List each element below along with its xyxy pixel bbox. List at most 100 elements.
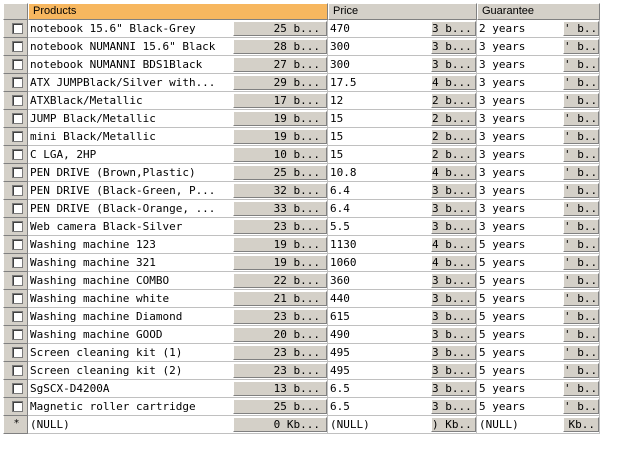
row-checkbox[interactable] — [12, 77, 23, 88]
row-checkbox[interactable] — [12, 311, 23, 322]
row-selector[interactable] — [3, 308, 28, 326]
price-cell[interactable]: 12 2 b... — [328, 92, 477, 110]
price-blob-button[interactable]: 3 b... — [431, 345, 476, 360]
product-blob-button[interactable]: 23 b... — [233, 219, 327, 234]
row-selector[interactable] — [3, 164, 28, 182]
price-cell[interactable]: 470 3 b... — [328, 20, 477, 38]
guarantee-blob-button[interactable]: ' b.. — [563, 165, 599, 180]
product-blob-button[interactable]: 21 b... — [233, 291, 327, 306]
price-blob-button[interactable]: 3 b... — [431, 291, 476, 306]
guarantee-cell[interactable]: 3 years ' b.. — [477, 56, 600, 74]
product-blob-button[interactable]: 29 b... — [233, 75, 327, 90]
price-cell[interactable]: 10.8 4 b... — [328, 164, 477, 182]
row-checkbox[interactable] — [12, 149, 23, 160]
guarantee-blob-button[interactable]: ' b.. — [563, 381, 599, 396]
row-checkbox[interactable] — [12, 41, 23, 52]
price-blob-button[interactable]: 4 b... — [431, 237, 476, 252]
row-checkbox[interactable] — [12, 293, 23, 304]
price-blob-button[interactable]: ) Kb.. — [431, 417, 476, 432]
row-selector[interactable] — [3, 236, 28, 254]
row-checkbox[interactable] — [12, 185, 23, 196]
row-checkbox[interactable] — [12, 203, 23, 214]
guarantee-cell[interactable]: 5 years ' b.. — [477, 380, 600, 398]
row-selector[interactable] — [3, 200, 28, 218]
product-cell[interactable]: Screen cleaning kit (1) 23 b... — [28, 344, 328, 362]
price-blob-button[interactable]: 3 b... — [431, 183, 476, 198]
guarantee-cell[interactable]: (NULL) Kb.. — [477, 416, 600, 434]
row-checkbox[interactable] — [12, 329, 23, 340]
guarantee-blob-button[interactable]: ' b.. — [563, 273, 599, 288]
guarantee-blob-button[interactable]: ' b.. — [563, 111, 599, 126]
price-blob-button[interactable]: 4 b... — [431, 75, 476, 90]
guarantee-blob-button[interactable]: ' b.. — [563, 21, 599, 36]
price-blob-button[interactable]: 3 b... — [431, 399, 476, 414]
guarantee-blob-button[interactable]: ' b.. — [563, 399, 599, 414]
row-selector[interactable] — [3, 380, 28, 398]
price-cell[interactable]: 6.5 3 b... — [328, 398, 477, 416]
price-cell[interactable]: (NULL)) Kb.. — [328, 416, 477, 434]
product-cell[interactable]: Washing machine white 21 b... — [28, 290, 328, 308]
guarantee-cell[interactable]: 3 years ' b.. — [477, 128, 600, 146]
product-blob-button[interactable]: 19 b... — [233, 237, 327, 252]
column-header-guarantee[interactable]: Guarantee — [477, 3, 600, 20]
price-blob-button[interactable]: 4 b... — [431, 255, 476, 270]
guarantee-cell[interactable]: 5 years ' b.. — [477, 272, 600, 290]
row-selector[interactable] — [3, 344, 28, 362]
guarantee-cell[interactable]: 3 years ' b.. — [477, 38, 600, 56]
row-selector[interactable] — [3, 74, 28, 92]
guarantee-blob-button[interactable]: ' b.. — [563, 147, 599, 162]
price-blob-button[interactable]: 3 b... — [431, 309, 476, 324]
row-selector[interactable] — [3, 218, 28, 236]
product-blob-button[interactable]: 28 b... — [233, 39, 327, 54]
row-selector[interactable] — [3, 92, 28, 110]
price-cell[interactable]: 490 3 b... — [328, 326, 477, 344]
guarantee-cell[interactable]: 5 years ' b.. — [477, 326, 600, 344]
price-cell[interactable]: 15 2 b... — [328, 146, 477, 164]
guarantee-blob-button[interactable]: ' b.. — [563, 57, 599, 72]
product-cell[interactable]: ATXBlack/Metallic 17 b... — [28, 92, 328, 110]
product-blob-button[interactable]: 0 Kb... — [233, 417, 327, 432]
guarantee-blob-button[interactable]: ' b.. — [563, 129, 599, 144]
product-cell[interactable]: (NULL) 0 Kb... — [28, 416, 328, 434]
product-cell[interactable]: notebook 15.6" Black-Grey 25 b... — [28, 20, 328, 38]
row-selector[interactable]: * — [3, 416, 28, 434]
row-selector[interactable] — [3, 362, 28, 380]
product-cell[interactable]: Screen cleaning kit (2) 23 b... — [28, 362, 328, 380]
price-blob-button[interactable]: 2 b... — [431, 93, 476, 108]
product-cell[interactable]: notebook NUMANNI BDS1Black 27 b... — [28, 56, 328, 74]
row-checkbox[interactable] — [12, 131, 23, 142]
guarantee-cell[interactable]: 5 years ' b.. — [477, 290, 600, 308]
product-blob-button[interactable]: 33 b... — [233, 201, 327, 216]
row-checkbox[interactable] — [12, 95, 23, 106]
price-cell[interactable]: 495 3 b... — [328, 344, 477, 362]
guarantee-cell[interactable]: 2 years ' b.. — [477, 20, 600, 38]
product-blob-button[interactable]: 27 b... — [233, 57, 327, 72]
product-blob-button[interactable]: 20 b... — [233, 327, 327, 342]
row-selector[interactable] — [3, 146, 28, 164]
row-selector[interactable] — [3, 110, 28, 128]
guarantee-blob-button[interactable]: ' b.. — [563, 93, 599, 108]
row-checkbox[interactable] — [12, 221, 23, 232]
guarantee-cell[interactable]: 5 years ' b.. — [477, 308, 600, 326]
product-cell[interactable]: Magnetic roller cartridge 25 b... — [28, 398, 328, 416]
guarantee-cell[interactable]: 3 years ' b.. — [477, 92, 600, 110]
price-blob-button[interactable]: 3 b... — [431, 57, 476, 72]
guarantee-blob-button[interactable]: ' b.. — [563, 291, 599, 306]
guarantee-cell[interactable]: 5 years ' b.. — [477, 398, 600, 416]
product-cell[interactable]: notebook NUMANNI 15.6" Black 28 b... — [28, 38, 328, 56]
product-cell[interactable]: Washing machine 321 19 b... — [28, 254, 328, 272]
row-selector[interactable] — [3, 272, 28, 290]
row-selector[interactable] — [3, 38, 28, 56]
price-cell[interactable]: 300 3 b... — [328, 56, 477, 74]
row-selector[interactable] — [3, 254, 28, 272]
row-checkbox[interactable] — [12, 257, 23, 268]
price-blob-button[interactable]: 2 b... — [431, 129, 476, 144]
row-checkbox[interactable] — [12, 275, 23, 286]
price-cell[interactable]: 6.4 3 b... — [328, 182, 477, 200]
guarantee-blob-button[interactable]: ' b.. — [563, 183, 599, 198]
price-cell[interactable]: 17.5 4 b... — [328, 74, 477, 92]
column-header-products[interactable]: Products — [28, 3, 328, 20]
guarantee-cell[interactable]: 5 years ' b.. — [477, 344, 600, 362]
guarantee-blob-button[interactable]: ' b.. — [563, 327, 599, 342]
product-cell[interactable]: PEN DRIVE (Black-Green, P... 32 b... — [28, 182, 328, 200]
